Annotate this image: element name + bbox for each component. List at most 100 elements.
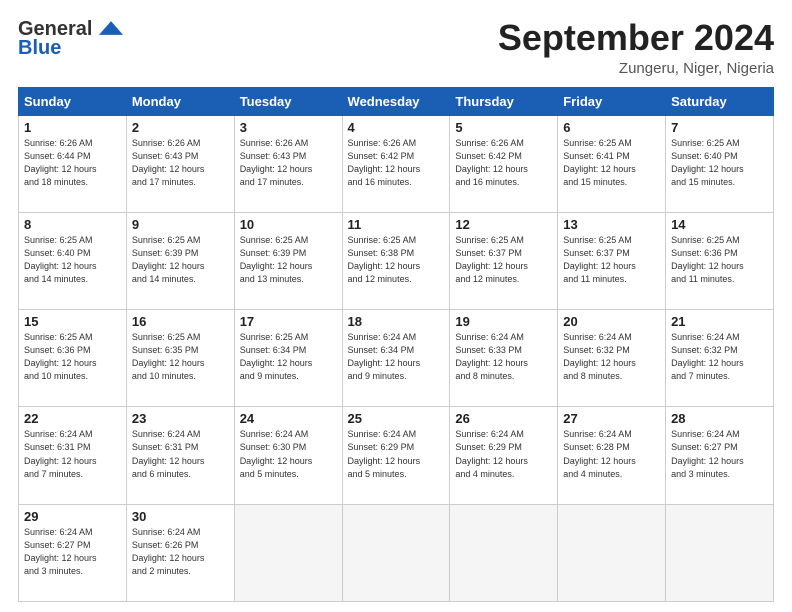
calendar-body: 1Sunrise: 6:26 AMSunset: 6:44 PMDaylight… (19, 115, 774, 601)
sunset-text: Sunset: 6:30 PM (240, 442, 307, 452)
cell-day-number: 23 (132, 411, 229, 426)
daylight-label: Daylight: 12 hours (348, 261, 421, 271)
table-row: 20Sunrise: 6:24 AMSunset: 6:32 PMDayligh… (558, 310, 666, 407)
cell-day-number: 29 (24, 509, 121, 524)
daylight-and: and 9 minutes. (240, 371, 299, 381)
sunrise-text: Sunrise: 6:25 AM (132, 332, 201, 342)
logo: General Blue (18, 18, 123, 60)
sunrise-text: Sunrise: 6:24 AM (671, 429, 740, 439)
daylight-and: and 11 minutes. (563, 274, 626, 284)
calendar-row: 29 Sunrise: 6:24 AMSunset: 6:27 PMDayligh… (19, 504, 774, 601)
table-row: 3Sunrise: 6:26 AMSunset: 6:43 PMDaylight… (234, 115, 342, 212)
daylight-label: Daylight: 12 hours (455, 261, 528, 271)
table-row: 28Sunrise: 6:24 AMSunset: 6:27 PMDayligh… (666, 407, 774, 504)
daylight-and: and 8 minutes. (563, 371, 622, 381)
cell-day-number: 7 (671, 120, 768, 135)
sunrise-text: Sunrise: 6:26 AM (348, 138, 417, 148)
cell-day-number: 13 (563, 217, 660, 232)
table-row: 22Sunrise: 6:24 AMSunset: 6:31 PMDayligh… (19, 407, 127, 504)
daylight-and: and 15 minutes. (563, 177, 627, 187)
cell-info: Sunrise: 6:24 AMSunset: 6:32 PMDaylight:… (563, 331, 660, 383)
daylight-and: and 13 minutes. (240, 274, 304, 284)
sunrise-text: Sunrise: 6:26 AM (24, 138, 93, 148)
cell-info: Sunrise: 6:24 AMSunset: 6:27 PMDaylight:… (24, 526, 121, 578)
sunrise-text: Sunrise: 6:25 AM (671, 235, 740, 245)
table-row (558, 504, 666, 601)
cell-info: Sunrise: 6:25 AMSunset: 6:39 PMDaylight:… (240, 234, 337, 286)
cell-info: Sunrise: 6:24 AMSunset: 6:33 PMDaylight:… (455, 331, 552, 383)
calendar-page: General Blue September 2024 Zungeru, Nig… (0, 0, 792, 612)
calendar-row: 1Sunrise: 6:26 AMSunset: 6:44 PMDaylight… (19, 115, 774, 212)
cell-info: Sunrise: 6:24 AMSunset: 6:29 PMDaylight:… (455, 428, 552, 480)
cell-day-number: 24 (240, 411, 337, 426)
sunset-text: Sunset: 6:39 PM (132, 248, 199, 258)
col-saturday: Saturday (666, 87, 774, 115)
cell-day-number: 19 (455, 314, 552, 329)
calendar-row: 8Sunrise: 6:25 AMSunset: 6:40 PMDaylight… (19, 212, 774, 309)
table-row: 17Sunrise: 6:25 AMSunset: 6:34 PMDayligh… (234, 310, 342, 407)
title-block: September 2024 Zungeru, Niger, Nigeria (498, 18, 774, 77)
cell-day-number: 16 (132, 314, 229, 329)
cell-day-number: 27 (563, 411, 660, 426)
sunset-text: Sunset: 6:40 PM (671, 151, 738, 161)
sunset-text: Sunset: 6:36 PM (24, 345, 91, 355)
table-row: 24Sunrise: 6:24 AMSunset: 6:30 PMDayligh… (234, 407, 342, 504)
cell-day-number: 26 (455, 411, 552, 426)
col-monday: Monday (126, 87, 234, 115)
daylight-label: Daylight: 12 hours (455, 164, 528, 174)
sunset-text: Sunset: 6:42 PM (348, 151, 415, 161)
daylight-and: and 4 minutes. (563, 469, 622, 479)
cell-day-number: 14 (671, 217, 768, 232)
calendar-row: 15Sunrise: 6:25 AMSunset: 6:36 PMDayligh… (19, 310, 774, 407)
sunrise-text: Sunrise: 6:25 AM (240, 332, 309, 342)
sunrise-text: Sunrise: 6:24 AM (348, 332, 417, 342)
logo-blue: Blue (18, 37, 61, 60)
sunset-text: Sunset: 6:43 PM (240, 151, 307, 161)
table-row: 19 Sunrise: 6:24 AMSunset: 6:33 PMDayligh… (450, 310, 558, 407)
daylight-label: Daylight: 12 hours (348, 164, 421, 174)
sunrise-text: Sunrise: 6:24 AM (132, 429, 201, 439)
table-row: 21Sunrise: 6:24 AMSunset: 6:32 PMDayligh… (666, 310, 774, 407)
logo-icon (99, 21, 123, 35)
cell-info: Sunrise: 6:25 AMSunset: 6:40 PMDaylight:… (24, 234, 121, 286)
daylight-label: Daylight: 12 hours (132, 261, 205, 271)
cell-day-number: 3 (240, 120, 337, 135)
daylight-and: and 4 minutes. (455, 469, 514, 479)
cell-day-number: 9 (132, 217, 229, 232)
daylight-label: Daylight: 12 hours (455, 358, 528, 368)
calendar-row: 22Sunrise: 6:24 AMSunset: 6:31 PMDayligh… (19, 407, 774, 504)
cell-info: Sunrise: 6:25 AMSunset: 6:37 PMDaylight:… (563, 234, 660, 286)
table-row: 25Sunrise: 6:24 AMSunset: 6:29 PMDayligh… (342, 407, 450, 504)
daylight-and: and 11 minutes. (671, 274, 734, 284)
table-row: 23Sunrise: 6:24 AMSunset: 6:31 PMDayligh… (126, 407, 234, 504)
sunset-text: Sunset: 6:36 PM (671, 248, 738, 258)
daylight-label: Daylight: 12 hours (132, 358, 205, 368)
cell-info: Sunrise: 6:25 AMSunset: 6:39 PMDaylight:… (132, 234, 229, 286)
sunset-text: Sunset: 6:34 PM (348, 345, 415, 355)
daylight-label: Daylight: 12 hours (671, 456, 744, 466)
month-title: September 2024 (498, 18, 774, 58)
daylight-and: and 18 minutes. (24, 177, 88, 187)
daylight-label: Daylight: 12 hours (563, 358, 636, 368)
daylight-and: and 7 minutes. (671, 371, 730, 381)
sunset-text: Sunset: 6:43 PM (132, 151, 199, 161)
daylight-and: and 5 minutes. (240, 469, 299, 479)
location: Zungeru, Niger, Nigeria (498, 60, 774, 77)
sunset-text: Sunset: 6:28 PM (563, 442, 630, 452)
cell-info: Sunrise: 6:25 AMSunset: 6:40 PMDaylight:… (671, 137, 768, 189)
sunset-text: Sunset: 6:44 PM (24, 151, 91, 161)
table-row: 29 Sunrise: 6:24 AMSunset: 6:27 PMDayligh… (19, 504, 127, 601)
sunrise-text: Sunrise: 6:25 AM (671, 138, 740, 148)
daylight-and: and 16 minutes. (348, 177, 412, 187)
sunrise-text: Sunrise: 6:26 AM (240, 138, 309, 148)
cell-day-number: 17 (240, 314, 337, 329)
daylight-and: and 16 minutes. (455, 177, 519, 187)
cell-day-number: 4 (348, 120, 445, 135)
sunset-text: Sunset: 6:27 PM (24, 540, 91, 550)
sunset-text: Sunset: 6:34 PM (240, 345, 307, 355)
daylight-label: Daylight: 12 hours (24, 164, 97, 174)
daylight-and: and 3 minutes. (24, 566, 83, 576)
sunset-text: Sunset: 6:31 PM (24, 442, 91, 452)
cell-info: Sunrise: 6:25 AMSunset: 6:35 PMDaylight:… (132, 331, 229, 383)
cell-day-number: 12 (455, 217, 552, 232)
